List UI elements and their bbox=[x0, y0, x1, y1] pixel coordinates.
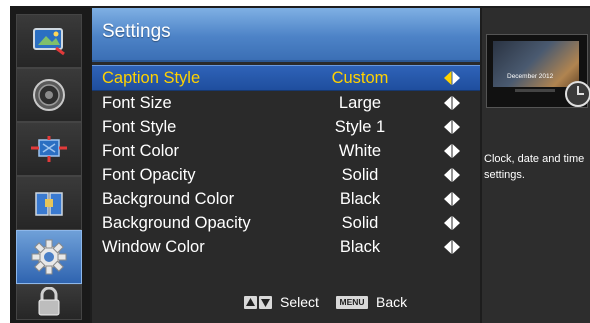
rail-item-setup[interactable] bbox=[16, 230, 82, 284]
left-right-arrows-icon[interactable] bbox=[444, 168, 460, 182]
menu-item-background-color[interactable]: Background Color Black bbox=[92, 187, 480, 211]
info-panel: December 2012 Clock, date and time setti… bbox=[482, 8, 590, 323]
navigation-hint-bar: Select MENU Back bbox=[92, 293, 480, 313]
rail-item-lock[interactable] bbox=[16, 284, 82, 320]
menu-item-value: Custom bbox=[331, 69, 389, 87]
settings-panel: Settings Caption Style Custom Font Size … bbox=[92, 8, 480, 323]
menu-item-label: Window Color bbox=[102, 238, 205, 256]
hint-select-label: Select bbox=[280, 294, 319, 310]
info-description: Clock, date and time settings. bbox=[484, 153, 585, 181]
menu-item-value: Black bbox=[339, 190, 381, 208]
picture-icon bbox=[33, 28, 65, 56]
left-right-arrows-icon[interactable] bbox=[444, 240, 460, 254]
gear-icon bbox=[31, 239, 67, 275]
menu-item-label: Background Opacity bbox=[102, 214, 251, 232]
left-right-arrows-icon[interactable] bbox=[444, 120, 460, 134]
left-right-arrows-icon[interactable] bbox=[444, 96, 460, 110]
menu-item-font-style[interactable]: Font Style Style 1 bbox=[92, 115, 480, 139]
panel-header: Settings bbox=[92, 8, 480, 62]
left-right-arrows-icon[interactable] bbox=[444, 192, 460, 206]
rail-item-picture[interactable] bbox=[16, 14, 82, 68]
padlock-icon bbox=[38, 287, 60, 316]
menu-item-background-opacity[interactable]: Background Opacity Solid bbox=[92, 211, 480, 235]
menu-item-label: Caption Style bbox=[102, 69, 201, 87]
menu-key-icon: MENU bbox=[336, 296, 368, 309]
menu-item-label: Font Opacity bbox=[102, 166, 196, 184]
menu-item-font-opacity[interactable]: Font Opacity Solid bbox=[92, 163, 480, 187]
up-arrow-key-icon bbox=[244, 296, 257, 309]
menu-item-value: White bbox=[338, 142, 382, 160]
left-right-arrows-icon[interactable] bbox=[444, 216, 460, 230]
clock-icon bbox=[564, 80, 590, 108]
category-rail bbox=[10, 6, 90, 323]
down-arrow-key-icon bbox=[259, 296, 272, 309]
preview-date-text: December 2012 bbox=[507, 73, 554, 80]
menu-item-value: Black bbox=[339, 238, 381, 256]
menu-item-label: Background Color bbox=[102, 190, 235, 208]
menu-item-label: Font Color bbox=[102, 142, 180, 160]
tv-signal-icon bbox=[31, 136, 67, 162]
hint-back-label: Back bbox=[376, 294, 408, 310]
parental-lock-icon bbox=[35, 192, 63, 216]
menu-item-font-size[interactable]: Font Size Large bbox=[92, 91, 480, 115]
rail-item-sound[interactable] bbox=[16, 68, 82, 122]
menu-item-value: Large bbox=[338, 94, 382, 112]
menu-item-window-color[interactable]: Window Color Black bbox=[92, 235, 480, 259]
menu-item-font-color[interactable]: Font Color White bbox=[92, 139, 480, 163]
menu-item-value: Style 1 bbox=[334, 118, 386, 136]
menu-item-value: Solid bbox=[341, 166, 379, 184]
left-right-arrows-icon[interactable] bbox=[444, 71, 460, 85]
preview-stand bbox=[515, 89, 555, 92]
settings-menu: Caption Style Custom Font Size Large Fon… bbox=[92, 65, 480, 259]
rail-item-parental[interactable] bbox=[16, 176, 82, 230]
menu-item-label: Font Style bbox=[102, 118, 177, 136]
rail-item-channel[interactable] bbox=[16, 122, 82, 176]
menu-item-value: Solid bbox=[341, 214, 379, 232]
menu-item-label: Font Size bbox=[102, 94, 172, 112]
left-right-arrows-icon[interactable] bbox=[444, 144, 460, 158]
page-title: Settings bbox=[102, 21, 171, 42]
menu-item-caption-style[interactable]: Caption Style Custom bbox=[92, 65, 480, 91]
speaker-icon bbox=[33, 79, 65, 111]
